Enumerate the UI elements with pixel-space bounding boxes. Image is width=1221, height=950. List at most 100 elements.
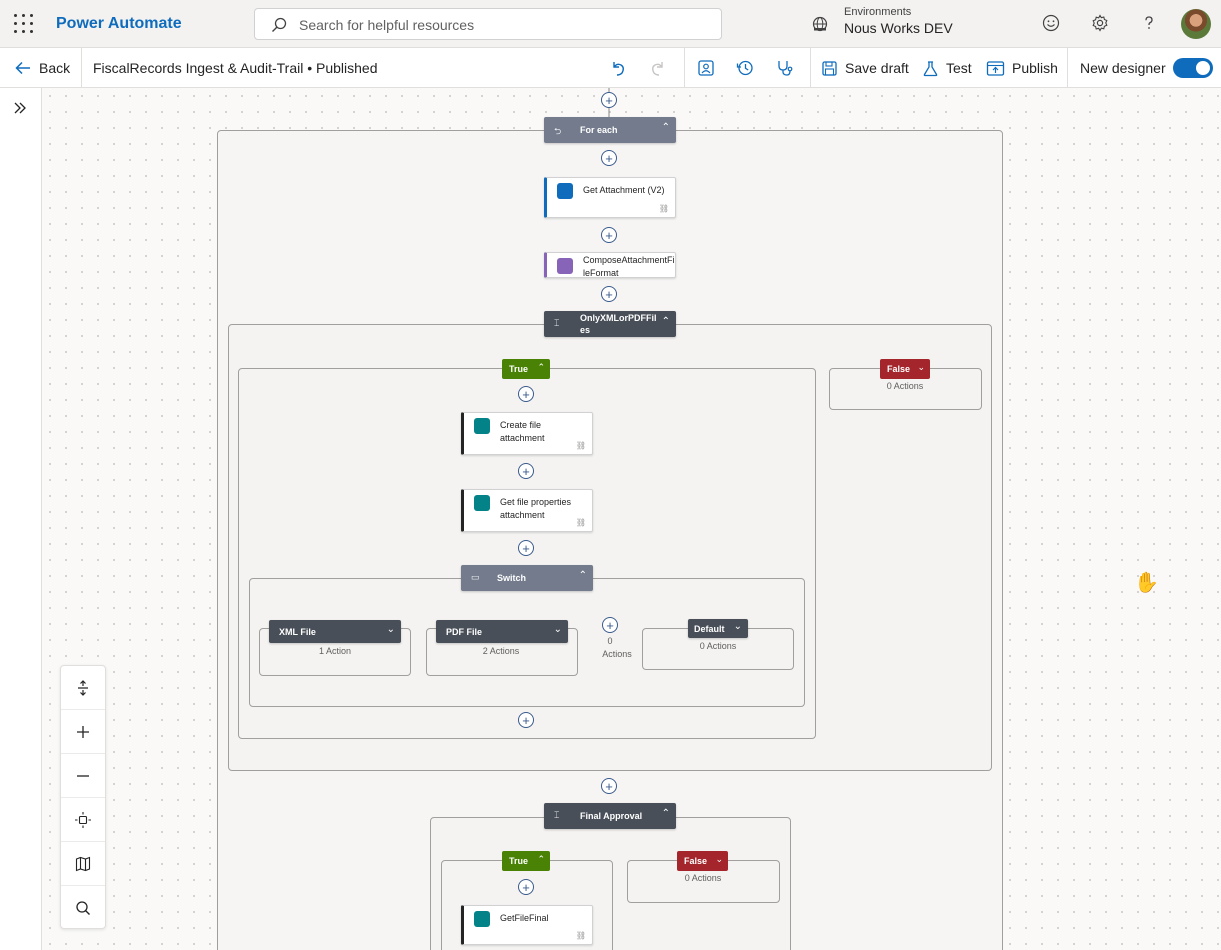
false-label: False — [887, 364, 911, 374]
for-each-card[interactable]: ⮌ For each ⌃ — [544, 117, 676, 143]
create-file-card[interactable]: Create file attachment ⛓ — [461, 412, 593, 455]
loop-icon: ⮌ — [554, 126, 562, 136]
case-pdf-count: 2 Actions — [482, 646, 520, 656]
collapse-icon[interactable]: ⌃ — [662, 316, 670, 327]
final-false-tag[interactable]: False ⌄ — [677, 851, 728, 871]
chevron-down-icon[interactable]: ⌄ — [387, 624, 395, 635]
false-branch-count: 0 Actions — [886, 381, 924, 391]
final-false-count: 0 Actions — [684, 873, 722, 883]
gear-icon[interactable] — [1091, 14, 1109, 32]
condition-icon: ⌶ — [554, 318, 560, 328]
final-true-label: True — [509, 856, 529, 866]
environment-label: Environments — [844, 6, 912, 18]
fit-height-button[interactable] — [61, 666, 105, 710]
get-file-final-title: GetFileFinal — [500, 913, 549, 923]
save-draft-button[interactable]: Save draft — [821, 48, 909, 88]
get-file-final-card[interactable]: GetFileFinal ⛓ — [461, 905, 593, 945]
true-label: True — [509, 364, 529, 374]
divider — [810, 48, 811, 88]
add-step-button[interactable]: + — [518, 879, 534, 895]
minimap-button[interactable] — [61, 842, 105, 886]
case-xml-count: 1 Action — [318, 646, 352, 656]
case-default-count: 0 Actions — [699, 641, 737, 651]
add-step-button[interactable]: + — [518, 463, 534, 479]
divider — [81, 48, 82, 88]
stethoscope-icon[interactable] — [776, 59, 794, 77]
add-case-button[interactable]: + — [602, 617, 618, 633]
smiley-icon[interactable] — [1042, 14, 1060, 32]
redo-icon[interactable] — [649, 59, 667, 77]
collapse-icon[interactable]: ⌃ — [579, 570, 587, 581]
add-step-button[interactable]: + — [518, 386, 534, 402]
link-icon: ⛓ — [575, 931, 586, 940]
chevron-down-icon[interactable]: ⌄ — [715, 854, 723, 865]
case-pdf-title: PDF File — [446, 626, 483, 637]
add-step-button[interactable]: + — [601, 778, 617, 794]
zoom-out-button[interactable] — [61, 754, 105, 798]
get-attachment-title: Get Attachment (V2) — [583, 185, 665, 195]
get-attachment-card[interactable]: Get Attachment (V2) ⛓ — [544, 177, 676, 218]
add-step-button[interactable]: + — [601, 286, 617, 302]
left-rail — [0, 88, 42, 950]
zoom-in-button[interactable] — [61, 710, 105, 754]
for-each-title: For each — [580, 125, 618, 135]
search-placeholder: Search for helpful resources — [299, 17, 475, 33]
add-step-button[interactable]: + — [518, 712, 534, 728]
publish-label: Publish — [1012, 60, 1058, 76]
help-icon[interactable] — [1140, 14, 1158, 32]
map-icon — [75, 856, 91, 871]
expand-icon[interactable] — [12, 100, 28, 116]
true-branch-tag[interactable]: True ⌃ — [502, 359, 550, 379]
add-step-button[interactable]: + — [601, 92, 617, 108]
compose-card[interactable]: ComposeAttachmentFileFormat — [544, 252, 676, 278]
link-icon: ⛓ — [575, 441, 586, 450]
collapse-icon[interactable]: ⌃ — [662, 808, 670, 819]
back-button[interactable]: Back — [14, 48, 70, 88]
find-button[interactable] — [61, 886, 105, 930]
back-label: Back — [39, 60, 71, 76]
case-pdf-card[interactable]: PDF File ⌄ — [436, 620, 568, 643]
sharepoint-icon — [474, 911, 490, 927]
final-approval-card[interactable]: ⌶ Final Approval ⌃ — [544, 803, 676, 829]
switch-card[interactable]: ▭ Switch ⌃ — [461, 565, 593, 591]
false-branch-tag[interactable]: False ⌄ — [880, 359, 930, 379]
test-label: Test — [946, 60, 972, 76]
avatar[interactable] — [1181, 9, 1211, 39]
undo-icon[interactable] — [609, 59, 627, 77]
collapse-icon[interactable]: ⌃ — [537, 362, 545, 373]
compose-title: ComposeAttachmentFileFormat — [583, 255, 675, 278]
environment-picker[interactable]: Nous Works DEV — [844, 20, 953, 36]
add-step-button[interactable]: + — [518, 540, 534, 556]
divider — [684, 48, 685, 88]
copilot-icon[interactable] — [697, 59, 715, 77]
case-xml-card[interactable]: XML File ⌄ — [269, 620, 401, 643]
chevron-down-icon[interactable]: ⌄ — [734, 621, 742, 632]
app-name[interactable]: Power Automate — [56, 15, 182, 33]
chevron-down-icon[interactable]: ⌄ — [554, 624, 562, 635]
zoom-out-icon — [77, 774, 89, 777]
find-icon — [76, 901, 90, 915]
condition-card[interactable]: ⌶ OnlyXMLorPDFFiles ⌃ — [544, 311, 676, 337]
history-icon[interactable] — [736, 59, 754, 77]
link-icon: ⛓ — [658, 204, 669, 213]
flask-icon — [923, 60, 938, 76]
save-icon — [822, 60, 837, 76]
save-draft-label: Save draft — [845, 60, 909, 76]
chevron-down-icon[interactable]: ⌄ — [917, 362, 925, 373]
collapse-icon[interactable]: ⌃ — [537, 854, 545, 865]
waffle-icon[interactable] — [14, 14, 34, 34]
test-button[interactable]: Test — [922, 48, 972, 88]
add-step-button[interactable]: + — [601, 227, 617, 243]
fit-view-button[interactable] — [61, 798, 105, 842]
publish-icon — [986, 60, 1005, 76]
collapse-icon[interactable]: ⌃ — [662, 122, 670, 133]
divider — [1067, 48, 1068, 88]
new-designer-toggle[interactable] — [1173, 58, 1213, 78]
case-default-card[interactable]: Default ⌄ — [688, 619, 748, 638]
globe-icon — [812, 16, 828, 32]
get-file-properties-card[interactable]: Get file properties attachment ⛓ — [461, 489, 593, 532]
search-input[interactable]: Search for helpful resources — [254, 8, 722, 40]
final-true-tag[interactable]: True ⌃ — [502, 851, 550, 871]
publish-button[interactable]: Publish — [986, 48, 1058, 88]
add-step-button[interactable]: + — [601, 150, 617, 166]
